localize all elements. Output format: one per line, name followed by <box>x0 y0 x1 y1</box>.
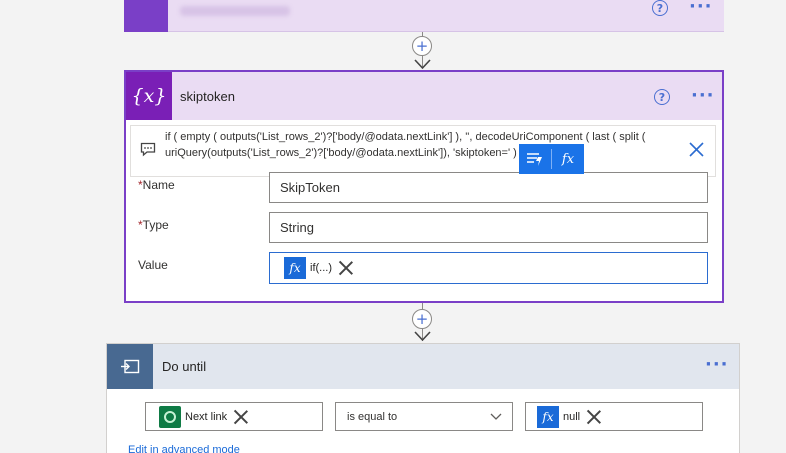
do-until-title[interactable]: Do until <box>162 359 206 374</box>
chevron-down-icon <box>490 413 502 420</box>
previous-action-icon <box>124 0 168 32</box>
next-link-token[interactable]: Next link <box>159 405 249 428</box>
variable-card-header[interactable]: {x} skiptoken ? ··· <box>126 72 722 120</box>
null-expression-token[interactable]: fx null <box>537 405 602 428</box>
remove-token-icon[interactable] <box>233 409 249 425</box>
name-label-text: Name <box>142 178 175 192</box>
dynamic-content-toolbar[interactable]: fx <box>519 144 584 174</box>
type-label: *Type <box>138 218 169 232</box>
type-dropdown[interactable]: String <box>269 212 708 243</box>
more-options-icon[interactable]: ··· <box>689 0 713 16</box>
edit-advanced-mode-link[interactable]: Edit in advanced mode <box>128 444 240 453</box>
more-options-icon[interactable]: ··· <box>691 87 715 105</box>
type-label-text: Type <box>142 218 169 232</box>
operator-value: is equal to <box>347 410 398 423</box>
name-field[interactable]: SkipToken <box>269 172 708 203</box>
do-until-card[interactable]: Do until ··· Next link is equal to fx nu… <box>106 343 740 453</box>
dynamic-content-button[interactable] <box>519 144 551 174</box>
variable-icon: {x} <box>126 72 172 120</box>
type-value: String <box>280 220 314 235</box>
name-label: *Name <box>138 178 175 192</box>
condition-operator-dropdown[interactable]: is equal to <box>335 402 513 431</box>
expression-text: if ( empty ( outputs('List_rows_2')?['bo… <box>165 131 646 159</box>
previous-action-title-blurred <box>180 6 290 16</box>
previous-action-card[interactable]: ? ··· <box>124 0 724 32</box>
dataverse-icon <box>159 405 181 428</box>
add-step-button[interactable]: + <box>412 36 432 56</box>
value-label: Value <box>138 258 168 272</box>
next-link-label: Next link <box>185 410 228 423</box>
value-field[interactable]: fx if(...) <box>269 252 708 284</box>
help-icon[interactable]: ? <box>654 89 670 105</box>
help-icon[interactable]: ? <box>652 0 668 16</box>
expression-button[interactable]: fx <box>552 144 584 174</box>
remove-token-icon[interactable] <box>586 409 602 425</box>
more-options-icon[interactable]: ··· <box>705 356 729 374</box>
dynamic-content-icon <box>527 153 542 166</box>
condition-right-operand[interactable]: fx null <box>525 402 703 431</box>
fx-icon: fx <box>284 257 306 279</box>
remove-token-icon[interactable] <box>338 260 354 276</box>
loop-icon <box>107 344 153 389</box>
arrow-down-icon <box>414 331 431 342</box>
arrow-down-icon <box>414 59 431 70</box>
comment-icon <box>140 142 156 157</box>
fx-icon: fx <box>537 405 559 428</box>
condition-left-operand[interactable]: Next link <box>145 402 323 431</box>
expression-token-label: if(...) <box>310 262 332 274</box>
name-value: SkipToken <box>280 180 340 195</box>
expression-preview: if ( empty ( outputs('List_rows_2')?['bo… <box>130 125 716 177</box>
variable-card-title[interactable]: skiptoken <box>180 89 235 104</box>
expression-token[interactable]: fx if(...) <box>284 257 354 279</box>
variable-card[interactable]: {x} skiptoken ? ··· if ( empty ( outputs… <box>124 70 724 303</box>
add-step-button[interactable]: + <box>412 309 432 329</box>
close-expression-icon[interactable] <box>688 141 705 158</box>
null-token-label: null <box>563 410 581 423</box>
do-until-header[interactable]: Do until ··· <box>107 344 739 389</box>
